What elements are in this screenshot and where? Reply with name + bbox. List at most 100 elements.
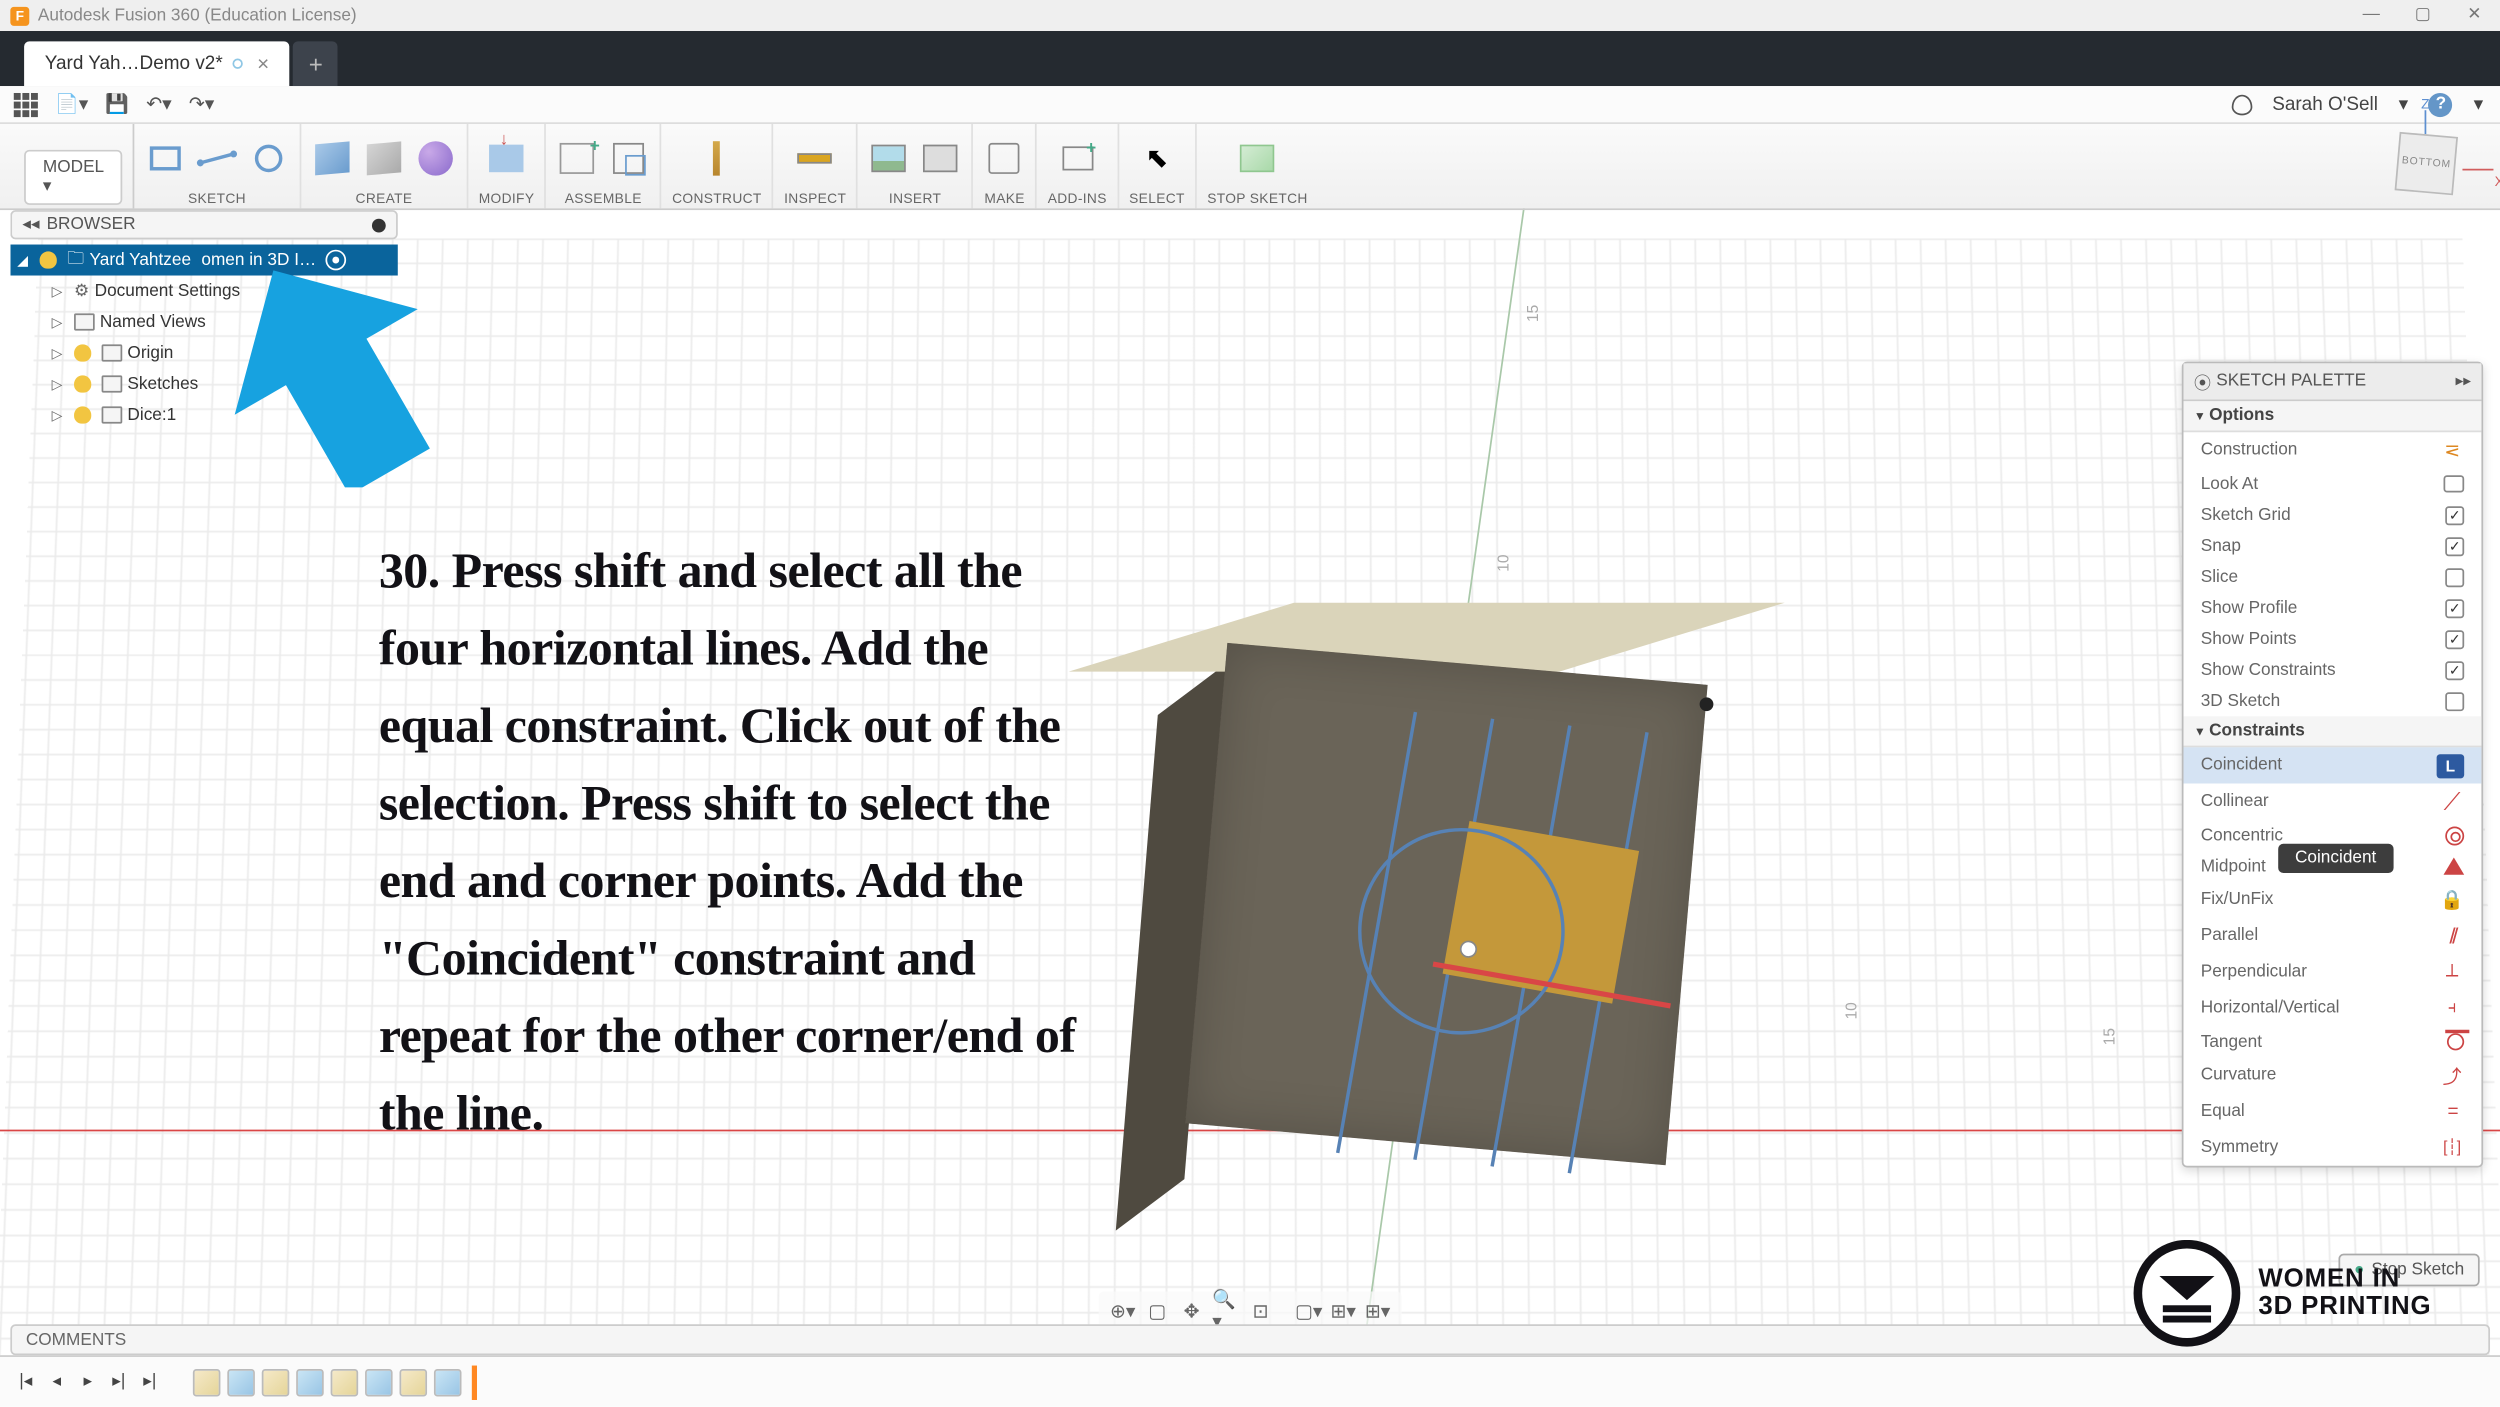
timeline-marker[interactable]: [472, 1365, 477, 1399]
sketch-corner-point[interactable]: [1700, 697, 1714, 711]
timeline-step[interactable]: [434, 1368, 462, 1396]
timeline-step[interactable]: [193, 1368, 221, 1396]
ribbon-label-modify[interactable]: MODIFY: [479, 191, 535, 206]
sketch-line-icon[interactable]: [196, 138, 237, 179]
help-dropdown-icon[interactable]: ▾: [2474, 93, 2484, 115]
file-menu-button[interactable]: 📄▾: [55, 93, 88, 115]
palette-header[interactable]: ⦿ SKETCH PALETTE ▸▸: [2183, 363, 2481, 401]
ribbon-label-select[interactable]: SELECT: [1129, 191, 1185, 206]
visibility-icon[interactable]: [40, 251, 57, 268]
timeline-step[interactable]: [331, 1368, 359, 1396]
user-name[interactable]: Sarah O'Sell: [2272, 94, 2378, 115]
checkbox-icon[interactable]: [2445, 691, 2464, 710]
modify-press-icon[interactable]: [486, 138, 527, 179]
pin-icon[interactable]: [372, 218, 386, 232]
fit-icon[interactable]: ⊡: [1247, 1297, 1275, 1325]
checkbox-icon[interactable]: [2445, 536, 2464, 555]
orbit-icon[interactable]: ⊕▾: [1109, 1297, 1137, 1325]
checkbox-icon[interactable]: [2445, 567, 2464, 586]
constraint-tangent[interactable]: Tangent: [2183, 1026, 2481, 1057]
timeline-play-button[interactable]: ▸: [76, 1370, 100, 1394]
new-tab-button[interactable]: +: [293, 41, 338, 86]
assemble-joint-icon[interactable]: [608, 138, 649, 179]
expand-icon[interactable]: ▸▸: [2455, 372, 2471, 391]
save-button[interactable]: 💾: [105, 93, 129, 115]
create-sphere-icon[interactable]: [415, 138, 456, 179]
checkbox-icon[interactable]: [2445, 598, 2464, 617]
grid-settings-icon[interactable]: ⊞▾: [1329, 1297, 1357, 1325]
checkbox-icon[interactable]: [2445, 505, 2464, 524]
minimize-button[interactable]: —: [2345, 0, 2397, 28]
constraint-perpendicular[interactable]: Perpendicular⟂: [2183, 954, 2481, 990]
maximize-button[interactable]: ▢: [2397, 0, 2449, 28]
sketch-rectangle-icon[interactable]: [145, 138, 186, 179]
constraint-equal[interactable]: Equal=: [2183, 1093, 2481, 1129]
notifications-icon[interactable]: [2231, 94, 2252, 115]
timeline-step[interactable]: [227, 1368, 255, 1396]
checkbox-icon[interactable]: [2445, 629, 2464, 648]
ribbon-label-sketch[interactable]: SKETCH: [188, 191, 246, 206]
redo-button[interactable]: ↷▾: [189, 93, 214, 115]
constraint-collinear[interactable]: Collinear⟋: [2183, 784, 2481, 820]
constraint-curvature[interactable]: Curvature⤴: [2183, 1057, 2481, 1093]
constraint-horizontal-vertical[interactable]: Horizontal/Vertical⫞: [2183, 990, 2481, 1026]
option-sketch-grid[interactable]: Sketch Grid: [2183, 499, 2481, 530]
constraint-fix[interactable]: Fix/UnFix🔒: [2183, 882, 2481, 918]
option-show-profile[interactable]: Show Profile: [2183, 592, 2481, 623]
ribbon-label-make[interactable]: MAKE: [984, 191, 1024, 206]
create-box-icon[interactable]: [312, 138, 353, 179]
option-show-constraints[interactable]: Show Constraints: [2183, 654, 2481, 685]
option-look-at[interactable]: Look At: [2183, 468, 2481, 499]
addins-icon[interactable]: [1057, 138, 1098, 179]
timeline-step[interactable]: [365, 1368, 393, 1396]
timeline-next-button[interactable]: ▸|: [107, 1370, 131, 1394]
constraint-parallel[interactable]: Parallel//: [2183, 918, 2481, 954]
ribbon-label-inspect[interactable]: INSPECT: [784, 191, 846, 206]
option-construction[interactable]: Construction⋜: [2183, 432, 2481, 468]
visibility-icon[interactable]: [74, 344, 91, 361]
help-button[interactable]: ?: [2429, 92, 2453, 116]
look-at-icon[interactable]: ▢: [1143, 1297, 1171, 1325]
undo-button[interactable]: ↶▾: [146, 93, 171, 115]
make-print-icon[interactable]: [984, 138, 1025, 179]
collapse-icon[interactable]: ◂◂: [22, 215, 39, 234]
insert-decal-icon[interactable]: [869, 138, 910, 179]
tab-close-icon[interactable]: ×: [257, 52, 269, 76]
pan-icon[interactable]: ✥: [1178, 1297, 1206, 1325]
timeline-step[interactable]: [400, 1368, 428, 1396]
options-section-header[interactable]: Options: [2183, 401, 2481, 432]
assemble-component-icon[interactable]: [557, 138, 598, 179]
ribbon-label-create[interactable]: CREATE: [356, 191, 413, 206]
ribbon-label-insert[interactable]: INSERT: [889, 191, 941, 206]
constraint-symmetry[interactable]: Symmetry[┆]: [2183, 1130, 2481, 1166]
constraint-coincident[interactable]: CoincidentL: [2183, 747, 2481, 783]
construct-plane-icon[interactable]: [696, 138, 737, 179]
file-tab-active[interactable]: Yard Yah…Demo v2* ×: [24, 41, 290, 86]
timeline-prev-button[interactable]: ◂: [45, 1370, 69, 1394]
option-show-points[interactable]: Show Points: [2183, 623, 2481, 654]
display-settings-icon[interactable]: ▢▾: [1295, 1297, 1323, 1325]
pin-icon[interactable]: ⦿: [2194, 369, 2211, 395]
dice-model[interactable]: [1137, 629, 1688, 1171]
ribbon-label-stop-sketch[interactable]: STOP SKETCH: [1207, 191, 1308, 206]
timeline-end-button[interactable]: ▸|: [138, 1370, 162, 1394]
user-dropdown-icon[interactable]: ▾: [2399, 93, 2409, 115]
select-arrow-icon[interactable]: ⬉: [1136, 138, 1177, 179]
data-panel-button[interactable]: [14, 92, 38, 116]
workspace-selector[interactable]: MODEL ▾: [24, 150, 123, 205]
timeline-start-button[interactable]: |◂: [14, 1370, 38, 1394]
checkbox-icon[interactable]: [2445, 660, 2464, 679]
timeline-step[interactable]: [262, 1368, 290, 1396]
view-cube[interactable]: Z BOTTOM X: [2397, 134, 2469, 206]
zoom-icon[interactable]: 🔍▾: [1212, 1297, 1240, 1325]
browser-header[interactable]: ◂◂ BROWSER: [10, 210, 397, 239]
ribbon-label-addins[interactable]: ADD-INS: [1048, 191, 1107, 206]
option-3d-sketch[interactable]: 3D Sketch: [2183, 685, 2481, 716]
create-extrude-icon[interactable]: [363, 138, 404, 179]
option-snap[interactable]: Snap: [2183, 530, 2481, 561]
visibility-icon[interactable]: [74, 375, 91, 392]
stop-sketch-icon[interactable]: [1237, 138, 1278, 179]
view-cube-face[interactable]: BOTTOM: [2395, 132, 2458, 195]
visibility-icon[interactable]: [74, 406, 91, 423]
insert-canvas-icon[interactable]: [920, 138, 961, 179]
